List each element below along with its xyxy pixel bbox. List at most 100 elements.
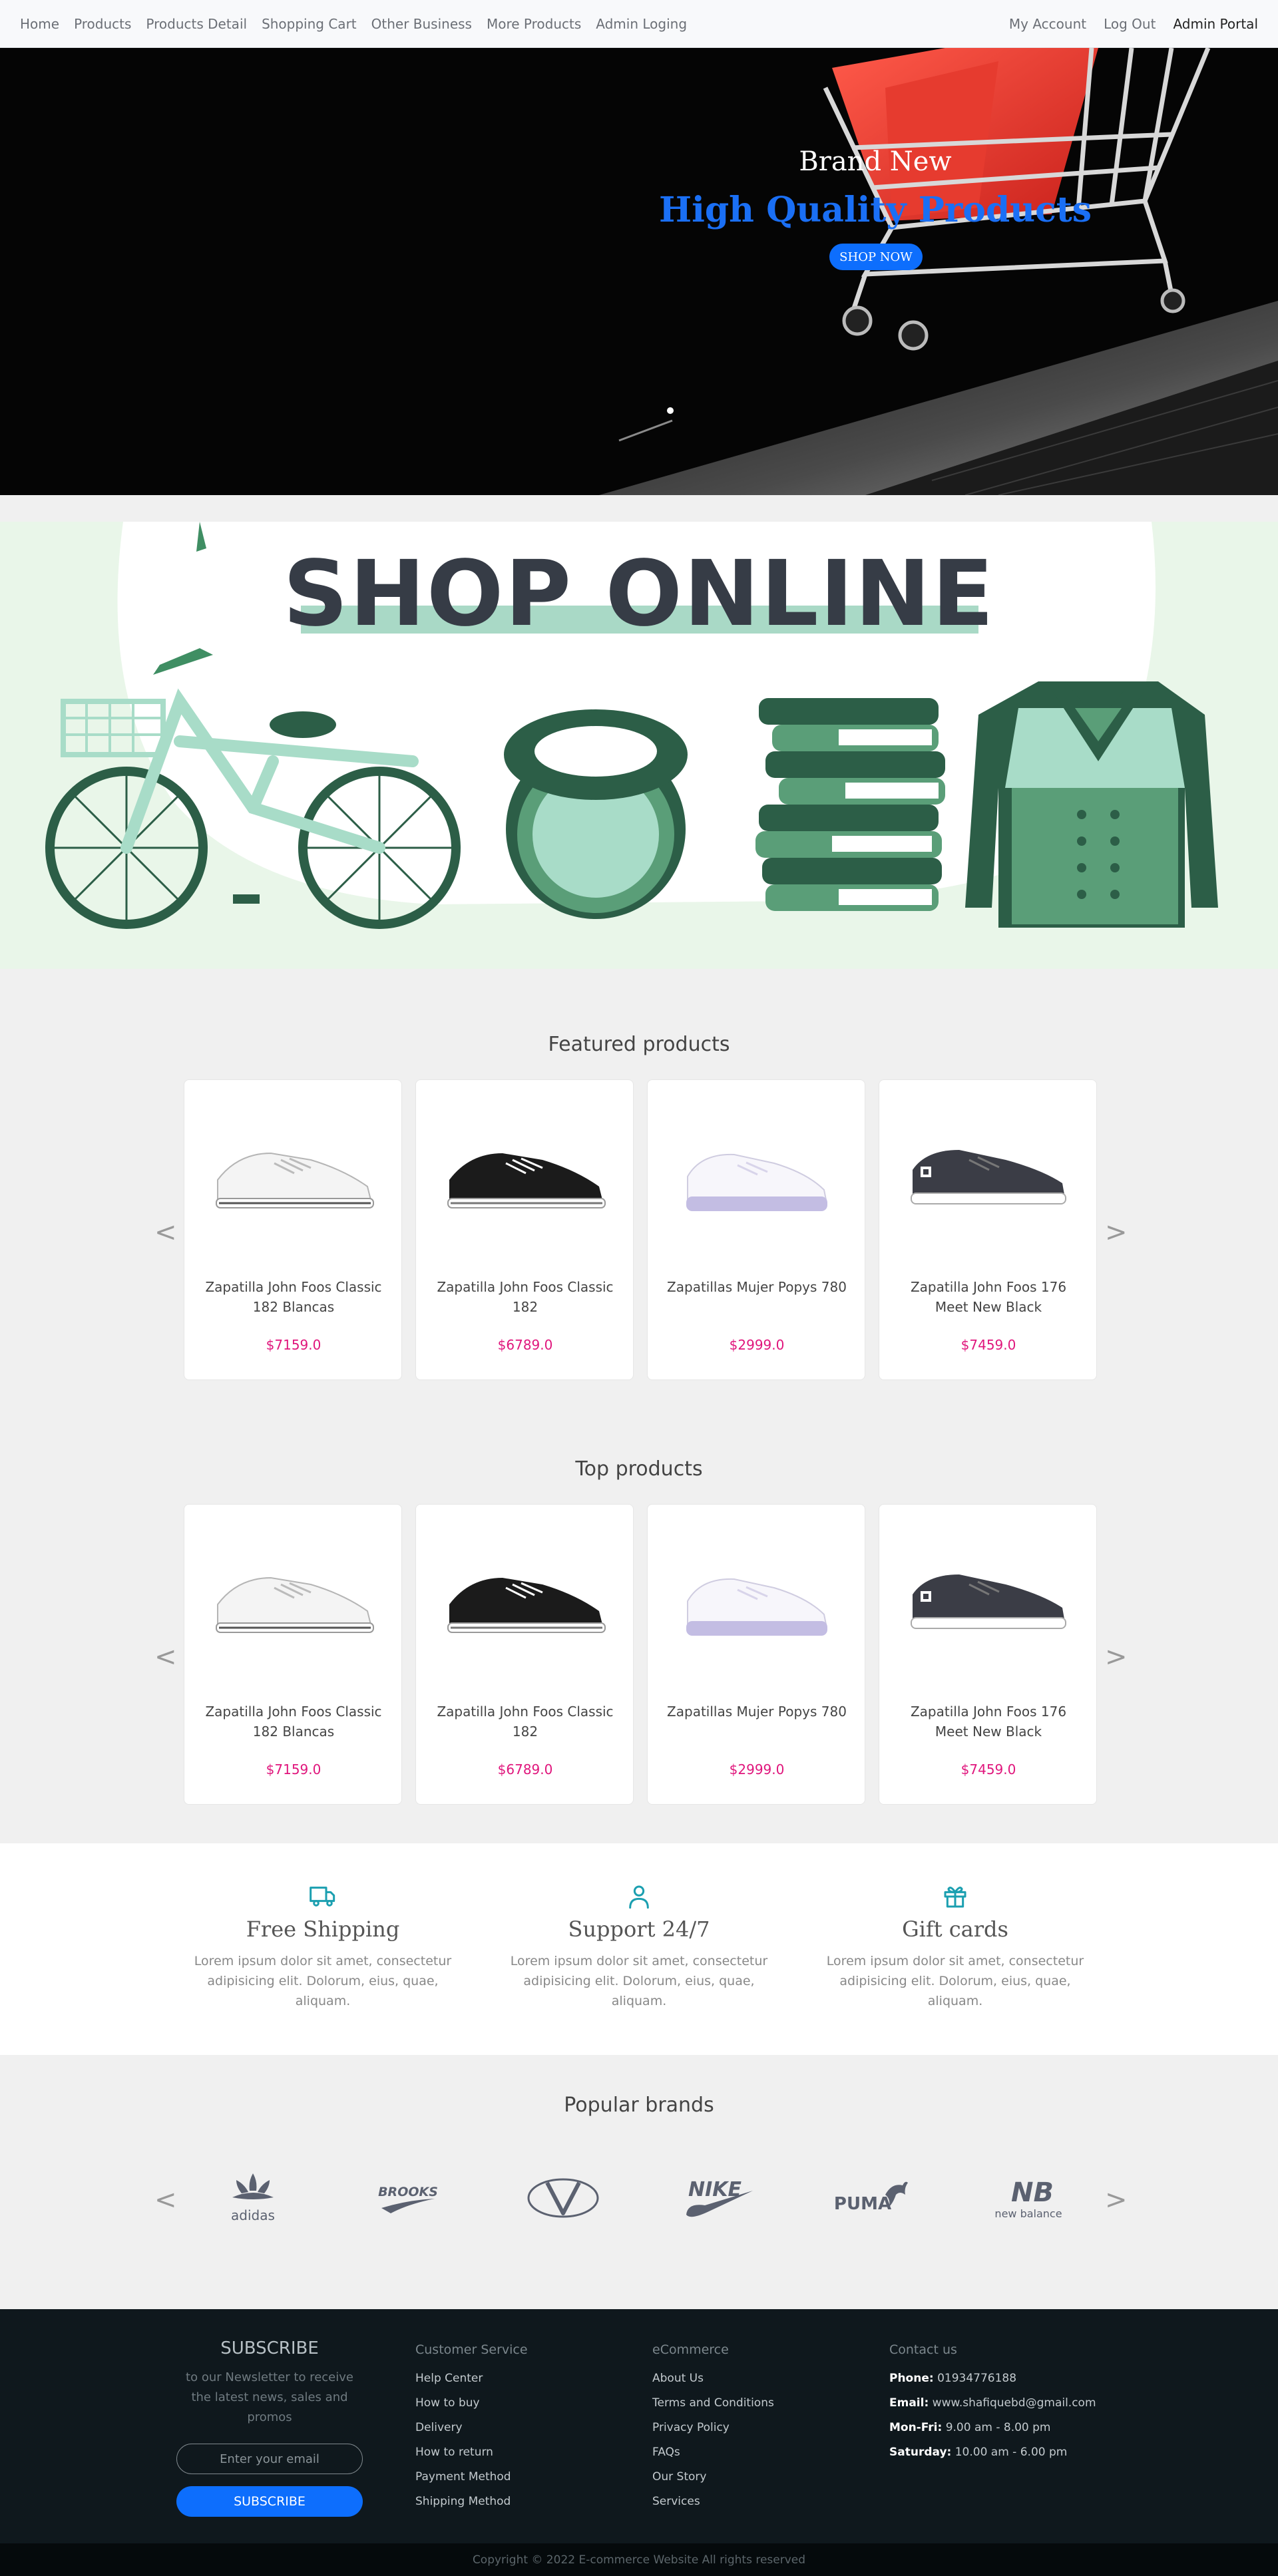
books-stack-icon [755,698,945,911]
shop-online-banner: SHOP ONLINE [0,522,1278,969]
featured-products-title: Featured products [548,1033,730,1056]
hero-cart-image [599,48,1278,495]
feature-text: Lorem ipsum dolor sit amet, consectetur … [194,1954,452,2008]
svg-text:NB: NB [1011,2177,1054,2208]
top-products-title: Top products [575,1457,703,1481]
ecommerce-column: eCommerce About Us Terms and Conditions … [652,2342,774,2514]
nav-admin-login-link[interactable]: Admin Loging [596,16,687,32]
footer-link-help-center[interactable]: Help Center [415,2366,528,2391]
nav-home-link[interactable]: Home [20,16,59,32]
product-price: $2999.0 [729,1337,785,1353]
copyright-bar: Copyright © 2022 E-commerce Website All … [0,2543,1278,2576]
product-name: Zapatilla John Foos Classic 182 [437,1279,614,1315]
footer-link-terms[interactable]: Terms and Conditions [652,2391,774,2416]
footer-link-services[interactable]: Services [652,2489,774,2514]
subscribe-text: to our Newsletter to receive the latest … [186,2370,353,2424]
footer-link-faqs[interactable]: FAQs [652,2440,774,2465]
popular-brands-title: Popular brands [564,2094,714,2117]
contact-email: Email: www.shafiquebd@gmail.com [889,2391,1096,2416]
product-name: Zapatillas Mujer Popys 780 [667,1279,847,1295]
product-price: $6789.0 [497,1337,553,1353]
product-price: $7459.0 [960,1337,1016,1353]
footer-link-about-us[interactable]: About Us [652,2366,774,2391]
product-card[interactable]: Zapatilla John Foos Classic 182 Blancas … [184,1079,402,1380]
brand-name: PUMA [834,2194,891,2214]
product-image [910,1573,1067,1630]
product-card[interactable]: Zapatilla John Foos Classic 182 $6789.0 [415,1079,634,1380]
product-card[interactable]: Zapatilla John Foos Classic 182 $6789.0 [415,1504,634,1805]
footer-link-how-to-buy[interactable]: How to buy [415,2391,528,2416]
brand-brooks-logo[interactable]: BROOKS [368,2168,448,2228]
product-image [447,1576,606,1634]
features-section: Free Shipping Lorem ipsum dolor sit amet… [0,1843,1278,2055]
footer-link-payment-method[interactable]: Payment Method [415,2465,528,2489]
valentino-logo-icon [527,2178,599,2218]
footer-link-how-to-return[interactable]: How to return [415,2440,528,2465]
nav-shopping-cart-link[interactable]: Shopping Cart [262,16,357,32]
contact-label: Saturday: [889,2446,952,2459]
feature-gift-cards: Gift cards Lorem ipsum dolor sit amet, c… [815,1883,1095,2011]
product-name: Zapatilla John Foos 176 Meet New Black [910,1704,1067,1740]
brands-prev-arrow[interactable]: < [154,2187,177,2213]
nav-left-links: Home Products Products Detail Shopping C… [20,16,687,32]
contact-saturday-hours: Saturday: 10.00 am - 6.00 pm [889,2440,1096,2465]
brand-new-balance-logo[interactable]: NB new balance [988,2168,1068,2228]
compact-mirror-icon [504,709,688,919]
site-footer: SUBSCRIBE to our Newsletter to receive t… [0,2309,1278,2543]
subscribe-email-input[interactable] [176,2444,363,2474]
subscribe-button[interactable]: SUBSCRIBE [176,2486,363,2517]
product-image [215,1152,375,1209]
product-card[interactable]: Zapatilla John Foos Classic 182 Blancas … [184,1504,402,1805]
shop-now-button[interactable]: SHOP NOW [829,244,923,270]
brand-adidas-logo[interactable]: adidas [213,2168,293,2228]
feature-free-shipping: Free Shipping Lorem ipsum dolor sit amet… [183,1883,463,2011]
product-card[interactable]: Zapatillas Mujer Popys 780 $2999.0 [647,1079,865,1380]
brand-name: BROOKS [378,2185,438,2199]
brooks-logo-icon: BROOKS [378,2185,438,2213]
nav-admin-portal-link[interactable]: Admin Portal [1173,16,1258,32]
ecommerce-heading: eCommerce [652,2342,729,2357]
feature-text: Lorem ipsum dolor sit amet, consectetur … [510,1954,768,2008]
feature-title: Support 24/7 [568,1917,710,1942]
nav-other-business-link[interactable]: Other Business [371,16,472,32]
product-image [685,1153,829,1212]
adidas-logo-icon: adidas [231,2173,275,2223]
product-card[interactable]: Zapatilla John Foos 176 Meet New Black $… [879,1504,1097,1805]
footer-link-delivery[interactable]: Delivery [415,2416,528,2440]
product-price: $7159.0 [266,1761,321,1777]
feature-title: Free Shipping [246,1917,400,1942]
product-price: $7159.0 [266,1337,321,1353]
shop-online-title: SHOP ONLINE [283,542,995,647]
footer-link-privacy-policy[interactable]: Privacy Policy [652,2416,774,2440]
nav-more-products-link[interactable]: More Products [487,16,581,32]
top-navbar: Home Products Products Detail Shopping C… [0,0,1278,48]
product-card[interactable]: Zapatillas Mujer Popys 780 $2999.0 [647,1504,865,1805]
product-name: Zapatillas Mujer Popys 780 [667,1704,847,1720]
product-image [215,1576,375,1634]
top-prev-arrow[interactable]: < [154,1644,177,1670]
nav-my-account-link[interactable]: My Account [1009,16,1086,32]
nav-products-detail-link[interactable]: Products Detail [146,16,247,32]
contact-weekday-hours: Mon-Fri: 9.00 am - 8.00 pm [889,2416,1096,2440]
product-name: Zapatilla John Foos Classic 182 [437,1704,614,1740]
product-name: Zapatilla John Foos Classic 182 Blancas [205,1279,382,1315]
featured-next-arrow[interactable]: > [1105,1219,1128,1246]
brand-valentino-logo[interactable] [523,2168,603,2228]
top-next-arrow[interactable]: > [1105,1644,1128,1670]
subscribe-title: SUBSCRIBE [220,2338,319,2358]
footer-link-our-story[interactable]: Our Story [652,2465,774,2489]
footer-link-shipping-method[interactable]: Shipping Method [415,2489,528,2514]
brands-next-arrow[interactable]: > [1105,2187,1128,2213]
nav-right-links: My Account Log Out Admin Portal [1009,16,1258,32]
featured-prev-arrow[interactable]: < [154,1219,177,1246]
feature-title: Gift cards [902,1917,1008,1942]
brand-nike-logo[interactable]: NIKE [678,2168,758,2228]
hero-banner: Brand New High Quality Products SHOP NOW [0,48,1278,495]
hero-subtitle: Brand New [799,146,952,177]
subscribe-block: SUBSCRIBE to our Newsletter to receive t… [176,2338,363,2517]
product-card[interactable]: Zapatilla John Foos 176 Meet New Black $… [879,1079,1097,1380]
nav-products-link[interactable]: Products [74,16,131,32]
nav-logout-link[interactable]: Log Out [1104,16,1156,32]
brand-puma-logo[interactable]: PUMA [833,2168,913,2228]
user-icon [629,1885,649,1909]
